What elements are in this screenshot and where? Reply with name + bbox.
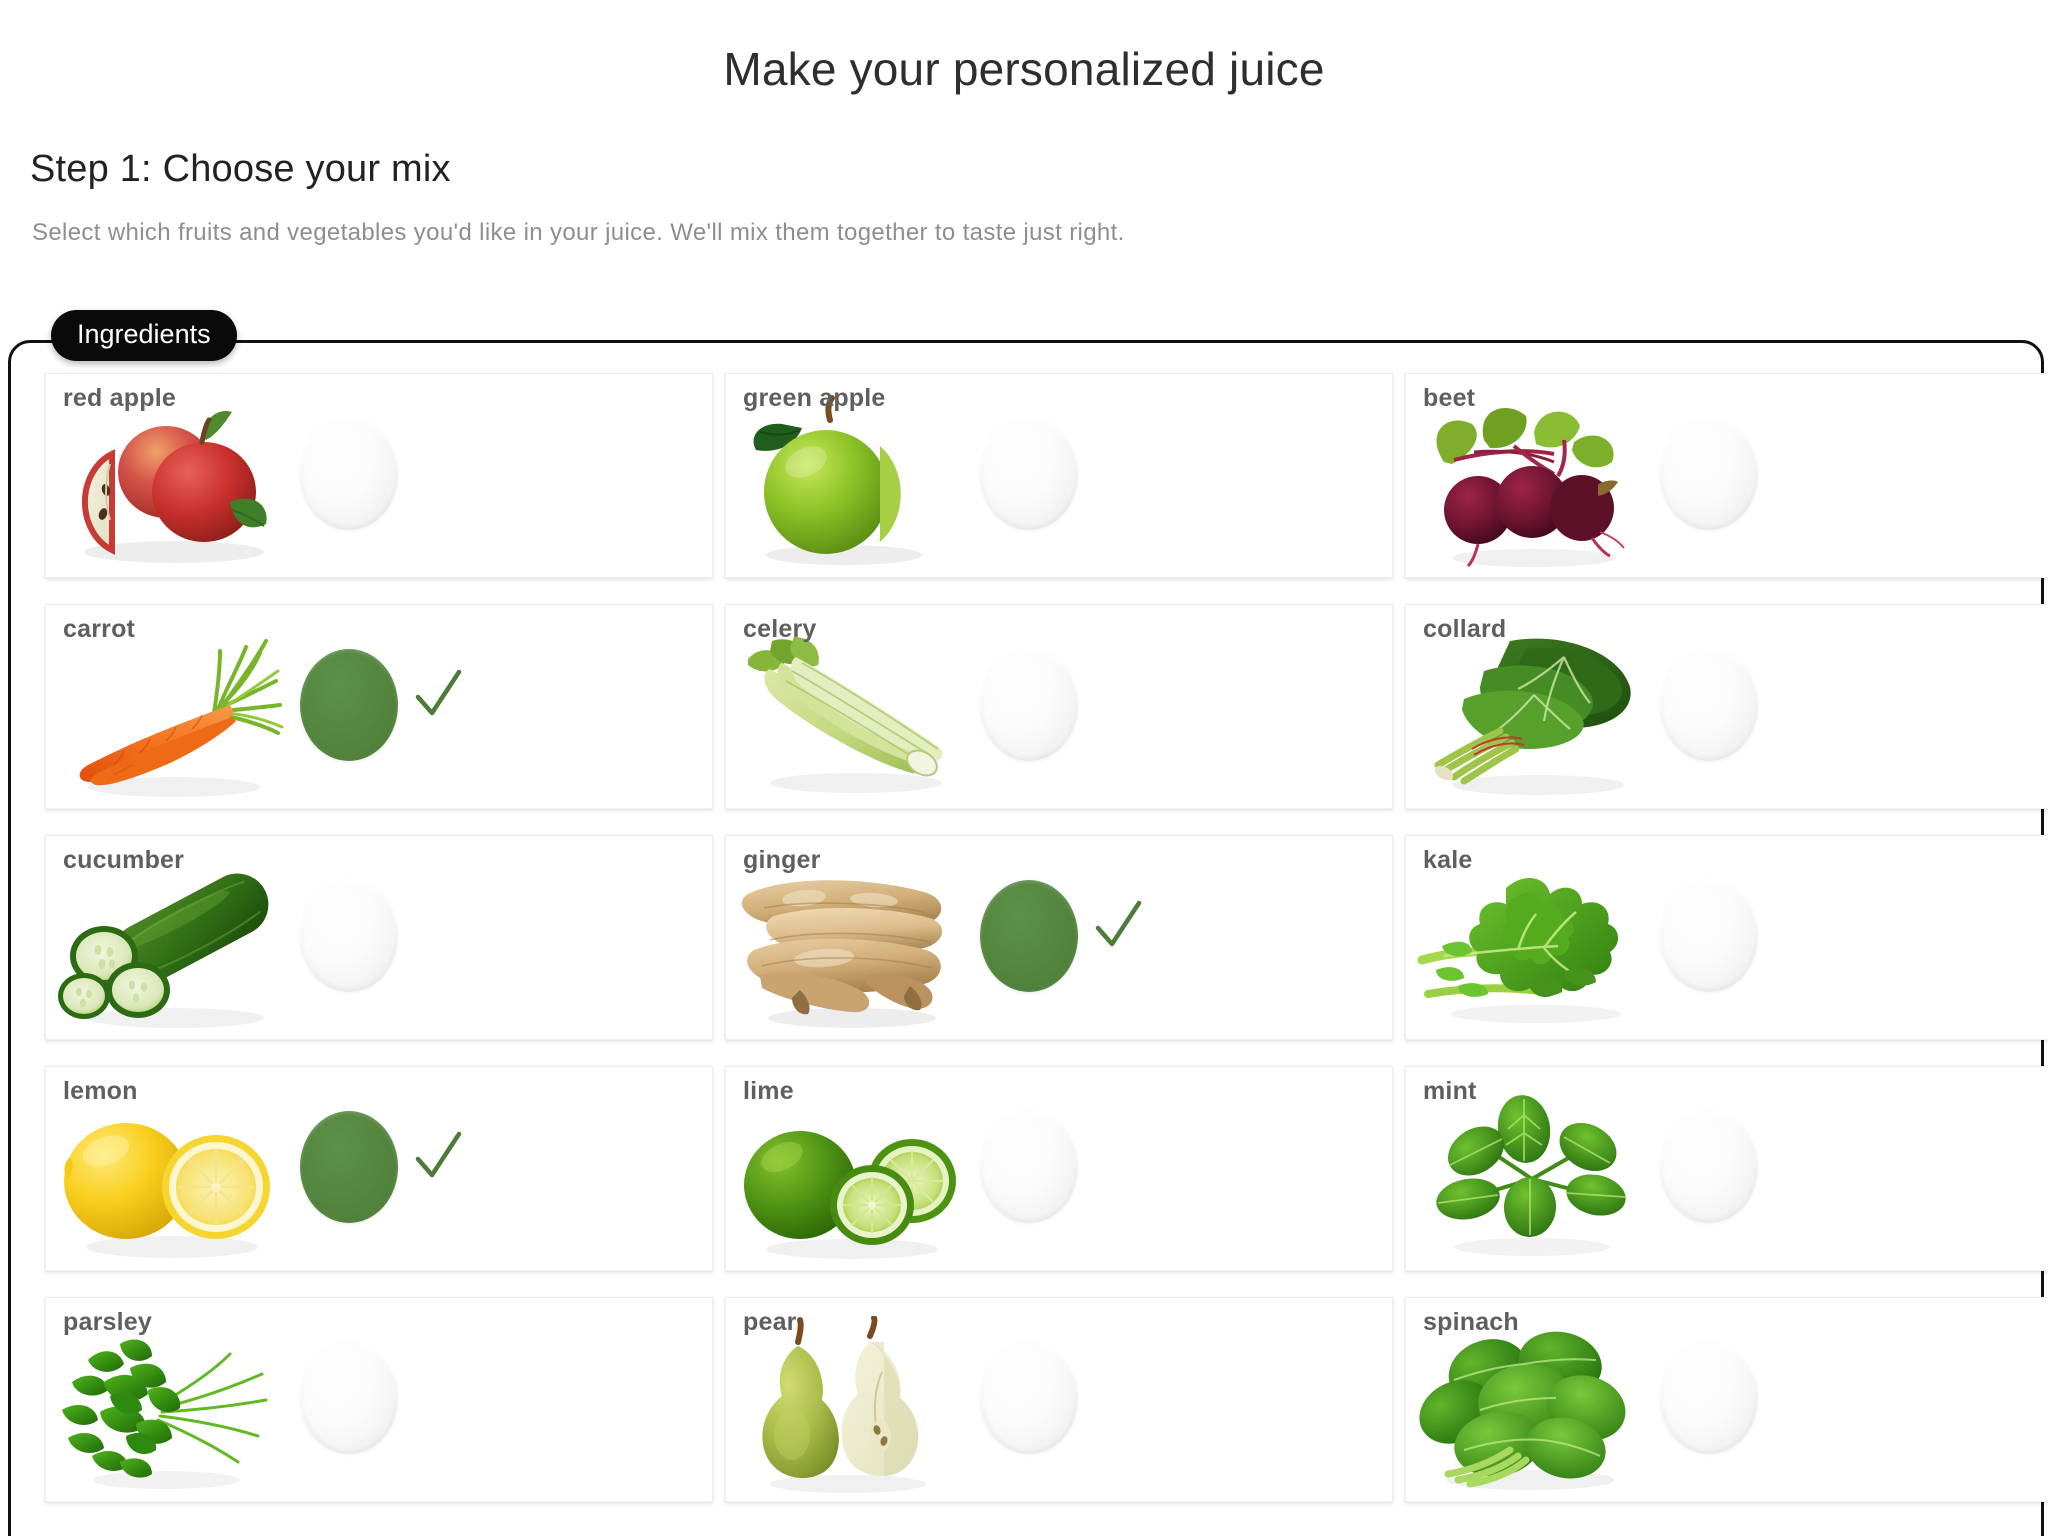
ingredient-label: spinach [1423, 1308, 1519, 1336]
ingredient-card[interactable]: kale [1405, 835, 2048, 1040]
ingredient-label: ginger [743, 846, 821, 874]
spinach-image [1414, 1316, 1648, 1496]
check-icon [412, 667, 464, 725]
red-apple-image [54, 392, 288, 572]
radio-unselected-icon[interactable] [980, 649, 1078, 761]
ingredient-card[interactable]: cucumber [45, 835, 713, 1040]
ingredients-legend: Ingredients [51, 310, 237, 361]
radio-unselected-icon[interactable] [980, 418, 1078, 530]
ingredient-card[interactable]: lemon [45, 1066, 713, 1271]
ingredient-card[interactable]: ginger [725, 835, 1393, 1040]
check-icon [1092, 898, 1144, 956]
ingredient-label: carrot [63, 615, 136, 643]
cucumber-image [54, 854, 288, 1034]
ingredient-label: lemon [63, 1077, 138, 1105]
ingredients-fieldset: Ingredients red apple green apple beet c… [8, 310, 2048, 1536]
ingredient-label: celery [743, 615, 817, 643]
radio-unselected-icon[interactable] [300, 1342, 398, 1454]
ingredient-label: parsley [63, 1308, 152, 1336]
ingredient-label: kale [1423, 846, 1473, 874]
mint-image [1414, 1085, 1648, 1265]
ingredient-label: green apple [743, 384, 886, 412]
ingredient-card[interactable]: mint [1405, 1066, 2048, 1271]
celery-image [734, 623, 968, 803]
ingredient-card[interactable]: collard [1405, 604, 2048, 809]
radio-unselected-icon[interactable] [980, 1342, 1078, 1454]
ingredient-card[interactable]: beet [1405, 373, 2048, 578]
beet-image [1414, 392, 1648, 572]
ingredient-label: red apple [63, 384, 176, 412]
ingredient-card[interactable]: pear [725, 1297, 1393, 1502]
lemon-image [54, 1085, 288, 1265]
radio-selected-icon[interactable] [300, 1111, 398, 1223]
radio-unselected-icon[interactable] [1660, 649, 1758, 761]
radio-unselected-icon[interactable] [1660, 418, 1758, 530]
step-description: Select which fruits and vegetables you'd… [32, 219, 1125, 246]
pear-image [734, 1316, 968, 1496]
radio-selected-icon[interactable] [980, 880, 1078, 992]
ingredient-label: mint [1423, 1077, 1477, 1105]
parsley-image [54, 1316, 288, 1496]
radio-selected-icon[interactable] [300, 649, 398, 761]
carrot-image [54, 623, 288, 803]
ingredient-card[interactable]: green apple [725, 373, 1393, 578]
ingredient-card[interactable]: celery [725, 604, 1393, 809]
radio-unselected-icon[interactable] [300, 880, 398, 992]
radio-unselected-icon[interactable] [300, 418, 398, 530]
ingredient-card[interactable]: carrot [45, 604, 713, 809]
ingredient-card[interactable]: parsley [45, 1297, 713, 1502]
check-icon [412, 1129, 464, 1187]
step-heading: Step 1: Choose your mix [30, 148, 451, 190]
ginger-image [734, 854, 968, 1034]
radio-unselected-icon[interactable] [1660, 1111, 1758, 1223]
juice-builder-page: Make your personalized juice Step 1: Cho… [0, 0, 2048, 1536]
ingredient-grid: red apple green apple beet carrot celery… [45, 373, 2048, 1502]
ingredient-card[interactable]: spinach [1405, 1297, 2048, 1502]
ingredient-label: collard [1423, 615, 1507, 643]
kale-image [1414, 854, 1648, 1034]
lime-image [734, 1085, 968, 1265]
collard-image [1414, 623, 1648, 803]
ingredient-label: pear [743, 1308, 797, 1336]
ingredient-card[interactable]: lime [725, 1066, 1393, 1271]
ingredient-label: lime [743, 1077, 794, 1105]
ingredient-label: beet [1423, 384, 1476, 412]
page-title: Make your personalized juice [723, 43, 1325, 95]
ingredient-card[interactable]: red apple [45, 373, 713, 578]
radio-unselected-icon[interactable] [1660, 880, 1758, 992]
radio-unselected-icon[interactable] [1660, 1342, 1758, 1454]
radio-unselected-icon[interactable] [980, 1111, 1078, 1223]
ingredient-label: cucumber [63, 846, 185, 874]
green-apple-image [734, 392, 968, 572]
